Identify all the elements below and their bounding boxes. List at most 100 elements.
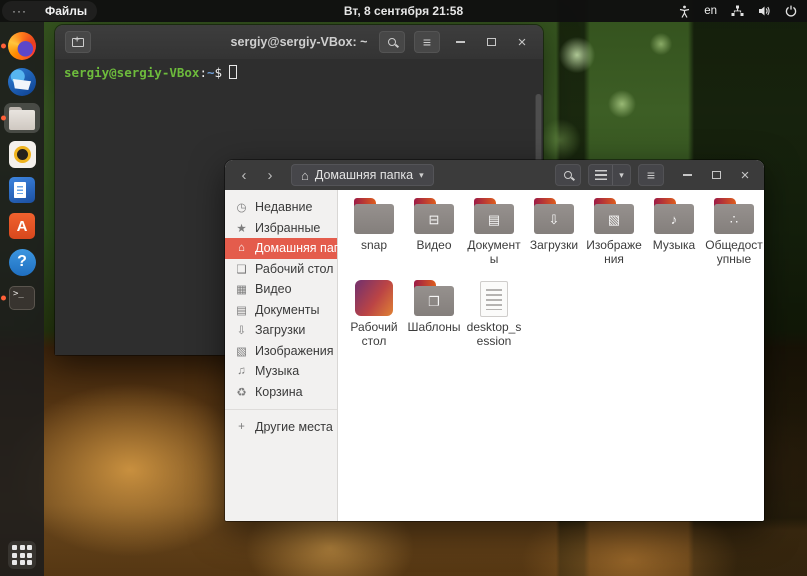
file-item-templates[interactable]: ❐ Шаблоны — [405, 278, 463, 334]
active-app-name[interactable]: Файлы — [45, 4, 87, 18]
dock-item-libreoffice-writer[interactable] — [4, 175, 40, 205]
location-button[interactable]: ⌂ Домашняя папка ▾ — [291, 164, 434, 186]
files-search-button[interactable] — [555, 164, 581, 186]
file-item-music[interactable]: ♪ Музыка — [645, 196, 703, 252]
new-tab-icon — [72, 34, 84, 47]
help-icon: ? — [8, 248, 36, 276]
dock-item-terminal[interactable]: >_ — [1, 283, 40, 313]
plus-icon: + — [238, 421, 245, 434]
search-icon — [564, 171, 572, 179]
sidebar-item-desktop[interactable]: ❑ Рабочий стол — [225, 259, 337, 280]
folder-downloads-icon: ⇩ — [531, 196, 577, 236]
files-titlebar[interactable]: ‹ › ⌂ Домашняя папка ▾ ▾ ≡ × — [225, 160, 764, 190]
file-label: snap — [360, 238, 388, 252]
terminal-search-button[interactable] — [379, 31, 405, 53]
file-label: Шаблоны — [407, 320, 461, 335]
files-maximize-button[interactable] — [705, 164, 727, 186]
hamburger-menu-icon: ≡ — [422, 34, 432, 50]
file-item-desktop-session[interactable]: desktop_session — [465, 278, 523, 348]
view-options-button[interactable]: ▾ — [613, 165, 630, 185]
forward-icon: › — [267, 166, 273, 184]
maximize-icon — [711, 171, 721, 179]
forward-button[interactable]: › — [259, 164, 281, 186]
file-item-desktop[interactable]: Рабочий стол — [345, 278, 403, 348]
sidebar-item-pictures[interactable]: ▧ Изображения — [225, 341, 337, 362]
file-item-snap[interactable]: snap — [345, 196, 403, 252]
file-item-public[interactable]: ∴ Общедоступные — [705, 196, 763, 266]
files-close-button[interactable]: × — [734, 164, 756, 186]
files-icon — [8, 106, 36, 130]
folder-music-icon: ♪ — [651, 196, 697, 236]
music-icon: ♫ — [237, 365, 246, 378]
activities-indicator-icon[interactable]: ··· — [12, 4, 27, 18]
files-menu-button[interactable]: ≡ — [638, 164, 664, 186]
sidebar-item-music[interactable]: ♫ Музыка — [225, 361, 337, 382]
close-icon: × — [740, 166, 750, 184]
network-icon[interactable] — [731, 5, 744, 17]
volume-icon[interactable] — [758, 5, 771, 17]
file-label: Рабочий стол — [350, 320, 398, 349]
trash-icon: ♻ — [236, 386, 247, 399]
keyboard-layout-indicator[interactable]: en — [704, 5, 717, 17]
running-indicator — [1, 43, 6, 49]
app-menu[interactable]: ··· Файлы — [2, 1, 98, 21]
thunderbird-icon — [8, 68, 36, 96]
sidebar-item-documents[interactable]: ▤ Документы — [225, 300, 337, 321]
list-view-icon — [594, 170, 607, 180]
sidebar-separator — [225, 409, 337, 410]
dock-item-rhythmbox[interactable] — [4, 139, 40, 169]
sidebar-item-starred[interactable]: ★ Избранные — [225, 218, 337, 239]
terminal-new-tab-button[interactable] — [65, 31, 91, 53]
file-item-videos[interactable]: ⊟ Видео — [405, 196, 463, 252]
home-icon: ⌂ — [238, 242, 245, 255]
sidebar-item-trash[interactable]: ♻ Корзина — [225, 382, 337, 403]
folder-public-icon: ∴ — [711, 196, 757, 236]
prompt-path: ~ — [207, 65, 215, 80]
folder-icon — [351, 196, 397, 236]
prompt-user-host: sergiy@sergiy-VBox — [64, 65, 200, 80]
terminal-close-button[interactable]: × — [511, 31, 533, 53]
back-button[interactable]: ‹ — [233, 164, 255, 186]
file-label: Документы — [467, 238, 521, 267]
star-icon: ★ — [236, 222, 247, 235]
show-applications-button[interactable] — [4, 540, 40, 570]
dock-item-firefox[interactable] — [1, 31, 40, 61]
hamburger-menu-icon: ≡ — [646, 167, 656, 183]
file-grid: snap ⊟ Видео ▤ Документы ⇩ Загрузки ▧ Из… — [344, 196, 764, 349]
sidebar-item-label: Загрузки — [255, 323, 306, 338]
accessibility-icon[interactable] — [679, 5, 690, 18]
clock-icon: ◷ — [236, 202, 247, 215]
ubuntu-software-icon: A — [9, 213, 35, 239]
terminal-maximize-button[interactable] — [480, 31, 502, 53]
show-applications-icon — [8, 541, 36, 569]
power-icon[interactable] — [785, 5, 797, 17]
files-content-area[interactable]: snap ⊟ Видео ▤ Документы ⇩ Загрузки ▧ Из… — [338, 190, 764, 521]
file-label: Изображения — [586, 238, 642, 267]
file-item-downloads[interactable]: ⇩ Загрузки — [525, 196, 583, 252]
rhythmbox-icon — [8, 140, 36, 168]
file-item-documents[interactable]: ▤ Документы — [465, 196, 523, 266]
folder-templates-icon: ❐ — [411, 278, 457, 318]
files-minimize-button[interactable] — [676, 164, 698, 186]
minimize-icon — [455, 41, 465, 43]
terminal-minimize-button[interactable] — [449, 31, 471, 53]
dock-item-thunderbird[interactable] — [4, 67, 40, 97]
terminal-menu-button[interactable]: ≡ — [414, 31, 440, 53]
sidebar-item-videos[interactable]: ▦ Видео — [225, 279, 337, 300]
list-view-button[interactable] — [589, 165, 613, 185]
terminal-titlebar[interactable]: sergiy@sergiy-VBox: ~ ≡ × — [55, 25, 543, 59]
sidebar-item-other-places[interactable]: + Другие места — [225, 417, 337, 438]
sidebar-item-downloads[interactable]: ⇩ Загрузки — [225, 320, 337, 341]
terminal-icon: >_ — [9, 286, 35, 310]
file-item-pictures[interactable]: ▧ Изображения — [585, 196, 643, 266]
dock-item-help[interactable]: ? — [4, 247, 40, 277]
files-window[interactable]: ‹ › ⌂ Домашняя папка ▾ ▾ ≡ × ◷ Недавние … — [225, 160, 764, 521]
view-toggle-group[interactable]: ▾ — [588, 164, 631, 186]
dock-item-ubuntu-software[interactable]: A — [4, 211, 40, 241]
folder-pictures-icon: ▧ — [591, 196, 637, 236]
download-icon: ⇩ — [236, 325, 247, 338]
sidebar-item-recent[interactable]: ◷ Недавние — [225, 197, 337, 218]
folder-desktop-icon — [351, 278, 397, 318]
sidebar-item-home[interactable]: ⌂ Домашняя папка — [225, 238, 353, 259]
dock-item-files[interactable] — [1, 103, 40, 133]
